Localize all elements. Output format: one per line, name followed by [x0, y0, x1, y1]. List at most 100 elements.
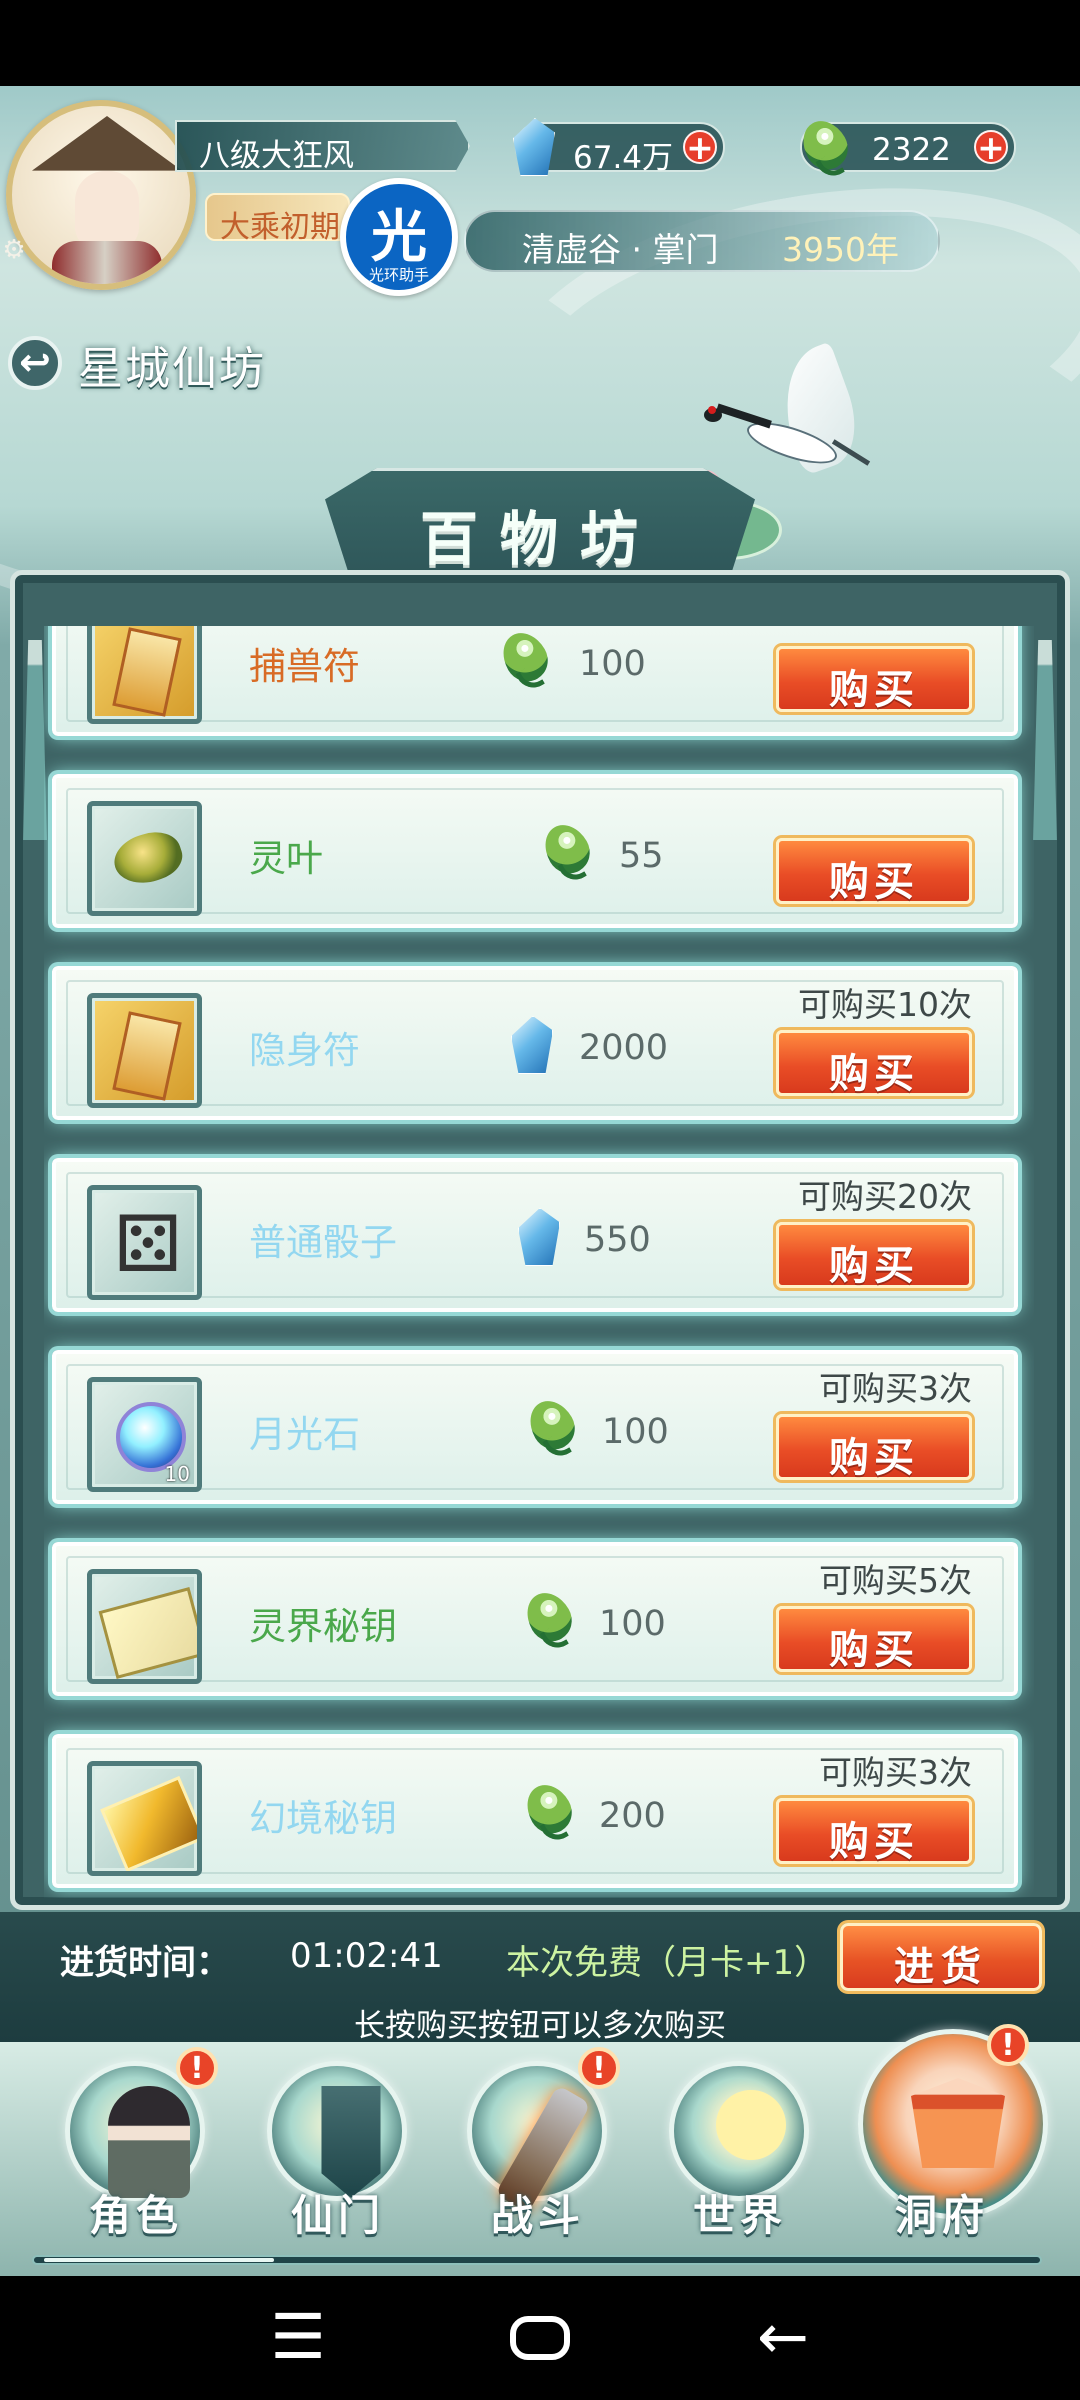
- spirit-leaf-icon: [494, 626, 556, 690]
- buy-button[interactable]: 购买: [776, 1798, 972, 1865]
- purchase-limit: 可购买10次: [798, 985, 972, 1024]
- item-price: 100: [602, 1412, 669, 1452]
- buy-button-label: 购买: [829, 1242, 919, 1289]
- player-avatar[interactable]: [6, 100, 196, 290]
- shop-item-list[interactable]: 捕兽符 100 购买 灵叶 55 购买 隐身符 2000 可购买10次 购买 普…: [44, 626, 1034, 1898]
- avatar-face: [75, 171, 139, 251]
- beast-talisman-thumb: [87, 626, 202, 724]
- nav-sect[interactable]: 仙门: [258, 2055, 418, 2265]
- world-orb: [669, 2061, 809, 2201]
- crystal-gem-icon: [518, 1208, 560, 1266]
- world-sun-icon: [716, 2090, 786, 2160]
- shop-item-card[interactable]: 灵叶 55 购买: [52, 774, 1018, 928]
- buy-button-label: 购买: [829, 1818, 919, 1865]
- nav-battle[interactable]: ! 战斗: [458, 2047, 620, 2265]
- buy-button-label: 购买: [829, 1626, 919, 1673]
- shop-title: 百物坊: [419, 505, 660, 573]
- purchase-limit: 可购买3次: [819, 1369, 972, 1408]
- nav-world[interactable]: 世界: [660, 2055, 820, 2265]
- shop-item-card[interactable]: 捕兽符 100 购买: [52, 626, 1018, 736]
- purchase-limit: 可购买3次: [819, 1753, 972, 1792]
- helper-badge-symbol: 光: [371, 205, 427, 270]
- nav-label: 战斗: [490, 2191, 585, 2240]
- player-name: 八级大狂风: [199, 138, 354, 174]
- add-spirit-leaf-button[interactable]: +: [974, 130, 1008, 164]
- item-price: 100: [579, 644, 646, 684]
- player-name-box[interactable]: 八级大狂风: [175, 120, 470, 172]
- moonstone-thumb: 10: [87, 1377, 202, 1492]
- crystal-resource[interactable]: 67.4万 +: [513, 118, 725, 176]
- horizontal-scrollbar[interactable]: [32, 2255, 1042, 2265]
- alert-icon: !: [176, 2047, 218, 2089]
- page-title: 星城仙坊: [78, 342, 267, 395]
- restock-timer: 01:02:41: [290, 1936, 443, 1976]
- crane-crown: [708, 406, 716, 414]
- buy-button[interactable]: 购买: [776, 1606, 972, 1673]
- spirit-leaf-thumb: [87, 801, 202, 916]
- location-pill: 清虚谷 · 掌门 3950年: [464, 210, 940, 272]
- item-price: 550: [584, 1220, 651, 1260]
- settings-gear-icon[interactable]: ⚙: [0, 236, 28, 264]
- invisibility-talisman-thumb: [87, 993, 202, 1108]
- spirit-leaf-icon: [521, 1392, 583, 1458]
- spirit-leaf-resource[interactable]: 2322 +: [794, 112, 1016, 178]
- shop-item-card[interactable]: 普通骰子 550 可购买20次 购买: [52, 1158, 1018, 1312]
- menu-icon[interactable]: ☰: [268, 2306, 328, 2368]
- buy-button[interactable]: 购买: [776, 1414, 972, 1481]
- avatar-robe: [52, 241, 162, 284]
- nav-label: 洞府: [894, 2191, 989, 2240]
- crane-neck: [716, 403, 772, 429]
- buy-button[interactable]: 购买: [776, 838, 972, 905]
- spirit-leaf-icon: [518, 1776, 580, 1842]
- back-arrow-icon[interactable]: ←: [753, 2306, 813, 2368]
- item-name: 普通骰子: [249, 1221, 397, 1264]
- scrollbar-thumb[interactable]: [44, 2258, 274, 2262]
- status-bar: [0, 0, 1080, 86]
- free-restock-text: 本次免费（月卡+1）: [506, 1943, 829, 1983]
- item-name: 幻境秘钥: [249, 1797, 397, 1840]
- add-crystal-button[interactable]: +: [683, 130, 717, 164]
- shop-item-card[interactable]: 10 月光石 100 可购买3次 购买: [52, 1350, 1018, 1504]
- item-price: 200: [599, 1796, 666, 1836]
- player-realm-badge: 大乘初期: [205, 193, 350, 245]
- location-text: 清虚谷 · 掌门: [522, 230, 719, 269]
- helper-badge[interactable]: 光 光环助手: [340, 178, 458, 296]
- item-name: 捕兽符: [249, 645, 360, 688]
- buy-button[interactable]: 购买: [776, 646, 972, 713]
- purchase-limit: 可购买5次: [819, 1561, 972, 1600]
- back-button[interactable]: ↩: [8, 336, 62, 390]
- shop-item-card[interactable]: 灵界秘钥 100 可购买5次 购买: [52, 1542, 1018, 1696]
- buy-button-label: 购买: [829, 1050, 919, 1097]
- buy-button[interactable]: 购买: [776, 1030, 972, 1097]
- nav-label: 角色: [88, 2191, 183, 2240]
- crystal-gem-icon: [511, 1016, 553, 1074]
- illusion-key-thumb: [87, 1761, 202, 1876]
- nav-role[interactable]: ! 角色: [56, 2047, 218, 2265]
- buy-button[interactable]: 购买: [776, 1222, 972, 1289]
- spirit-realm-key-thumb: [87, 1569, 202, 1684]
- crystal-value: 67.4万: [573, 140, 674, 176]
- home-icon[interactable]: [507, 2306, 573, 2360]
- sect-orb: [267, 2061, 407, 2201]
- player-realm: 大乘初期: [220, 210, 340, 245]
- nav-cave-mansion[interactable]: ! 洞府: [858, 2024, 1048, 2265]
- buy-button-label: 购买: [829, 666, 919, 713]
- spirit-leaf-value: 2322: [872, 132, 951, 168]
- nav-label: 仙门: [290, 2191, 385, 2240]
- restock-button-label: 进货: [894, 1943, 988, 1990]
- restock-button[interactable]: 进货: [840, 1923, 1042, 1991]
- shop-item-card[interactable]: 隐身符 2000 可购买10次 购买: [52, 966, 1018, 1120]
- shop-title-board: 百物坊: [325, 468, 755, 580]
- helper-badge-label: 光环助手: [368, 266, 429, 284]
- alert-icon: !: [578, 2047, 620, 2089]
- item-price: 100: [599, 1604, 666, 1644]
- item-name: 灵界秘钥: [249, 1605, 397, 1648]
- dice-thumb: [87, 1185, 202, 1300]
- item-quantity: 10: [164, 1462, 190, 1486]
- spirit-leaf-icon: [518, 1584, 580, 1650]
- spirit-leaf-icon: [536, 816, 598, 882]
- item-name: 隐身符: [249, 1029, 360, 1072]
- item-price: 55: [619, 836, 664, 876]
- shop-item-card[interactable]: 幻境秘钥 200 可购买3次 购买: [52, 1734, 1018, 1888]
- item-name: 灵叶: [249, 837, 323, 880]
